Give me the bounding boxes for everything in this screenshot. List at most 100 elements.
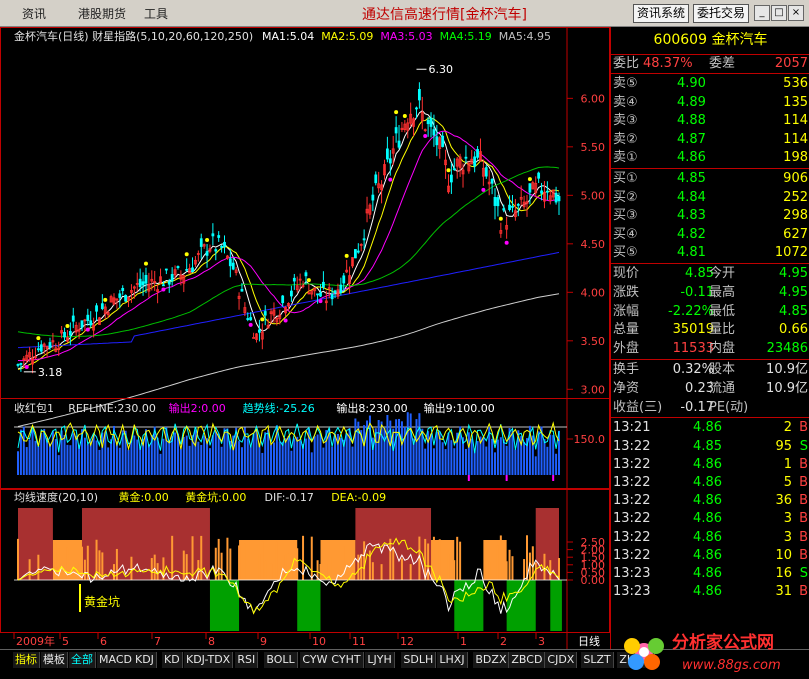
candle-body <box>426 119 430 125</box>
candle-body <box>191 267 194 273</box>
menu-hk-futures[interactable]: 港股期货 <box>78 5 126 22</box>
sell-price: 4.88 <box>677 113 706 129</box>
candle-body <box>214 249 218 252</box>
stat-label: 总量 <box>613 322 640 338</box>
buy-price: 4.84 <box>677 189 706 205</box>
tab-kdj-tdx[interactable]: KDJ-TDX <box>184 652 234 668</box>
minimize-button[interactable]: _ <box>754 5 770 21</box>
stat-value: 35019 <box>672 322 714 338</box>
watermark-url: www.88gs.com <box>682 658 781 673</box>
tab-boll[interactable]: BOLL <box>264 652 298 668</box>
tick-time: 13:22 <box>613 529 651 545</box>
tick-side: S <box>799 438 808 454</box>
candle-body <box>417 89 421 101</box>
stat-label: 现价 <box>613 266 640 281</box>
stat-label: 涨幅 <box>613 303 640 319</box>
menu-news[interactable]: 资讯 <box>22 5 46 22</box>
candle-body <box>490 179 494 184</box>
sell-row: 卖② 4.87 114 <box>611 131 809 149</box>
tick-row: 13:22 4.86 10 B <box>611 547 809 565</box>
tab-lhxj[interactable]: LHXJ <box>437 652 468 668</box>
candle-body <box>290 290 293 297</box>
tick-row: 13:22 4.86 5 B <box>611 474 809 492</box>
signal-bottom-dot <box>283 318 288 323</box>
candle-body <box>228 258 232 267</box>
stat-row: 总量 35019 量比 0.66 <box>611 321 809 339</box>
tick-row: 13:22 4.86 36 B <box>611 492 809 510</box>
candle-body <box>118 293 122 298</box>
close-button[interactable]: × <box>788 5 804 21</box>
tick-volume: 95 <box>775 438 792 454</box>
tab-cyw[interactable]: CYW <box>300 652 331 668</box>
news-system-button[interactable]: 资讯系统 <box>633 4 690 23</box>
candle-body <box>371 194 375 201</box>
price-tick-label: 5.50 <box>581 141 606 154</box>
ind2-label: 均线速度(20,10) <box>14 490 98 504</box>
candle-body <box>281 295 285 304</box>
candle-body <box>19 363 23 365</box>
tab-模板[interactable]: 模板 <box>41 652 68 668</box>
candle-body <box>162 284 165 287</box>
buy-price: 4.85 <box>677 171 706 186</box>
tab-rsi[interactable]: RSI <box>235 652 259 668</box>
price-tick-label: 4.00 <box>581 286 606 299</box>
tab-macd[interactable]: MACD <box>97 652 135 668</box>
tick-row: 13:22 4.86 1 B <box>611 456 809 474</box>
signal-top-dot <box>446 168 451 173</box>
tab-slzt[interactable]: SLZT <box>581 652 614 668</box>
indicator-panel-1[interactable]: 收红包1 REFLINE:230.00 输出2:0.00 趋势线:-25.26 输出8:… <box>0 398 610 489</box>
stat-value: 4.95 <box>779 284 808 300</box>
tab-zbcd[interactable]: ZBCD <box>509 652 546 668</box>
candle-body <box>415 107 418 110</box>
tick-volume: 2 <box>783 420 792 436</box>
candle-body <box>516 203 520 206</box>
time-label: 3 <box>538 635 545 648</box>
tick-row: 13:22 4.85 95 S <box>611 438 809 456</box>
sell-volume: 114 <box>783 113 808 129</box>
tick-side: B <box>799 456 808 472</box>
main-chart-header: 金杯汽车(日线) 财星指路(5,10,20,60,120,250) <box>14 29 253 43</box>
menu-tools[interactable]: 工具 <box>144 5 168 22</box>
candle-body <box>86 314 90 321</box>
tab-全部[interactable]: 全部 <box>69 652 96 668</box>
stat-label: 外盘 <box>613 341 640 357</box>
sell-label: 卖① <box>613 150 638 166</box>
candle-body <box>330 293 334 300</box>
separator-line <box>611 263 809 264</box>
signal-bottom-dot <box>423 134 428 139</box>
tab-cyht[interactable]: CYHT <box>329 652 364 668</box>
tab-kd[interactable]: KD <box>162 652 183 668</box>
tab-sdlh[interactable]: SDLH <box>401 652 437 668</box>
indicator-panel-2[interactable]: 均线速度(20,10) 黄金:0.00 黄金坑:0.00 DIF:-0.17 DEA:-… <box>0 489 610 633</box>
ma-label: MA3:5.03 <box>380 30 432 43</box>
quote-panel: 600609 金杯汽车 委比 48.37% 委差 2057 卖⑤ 4.90 536 卖④ 4.8… <box>610 27 809 649</box>
buy-label: 买② <box>613 189 638 205</box>
candle-body <box>211 233 215 237</box>
signal-top-dot <box>184 252 189 257</box>
ind2-label: 黄金:0.00 <box>119 490 169 504</box>
maximize-button[interactable]: □ <box>771 5 787 21</box>
candle-body <box>429 117 433 127</box>
tick-side: S <box>799 566 808 581</box>
tick-side: B <box>799 420 808 436</box>
trade-entrust-button[interactable]: 委托交易 <box>693 4 750 23</box>
candle-body <box>333 290 337 294</box>
buy-label: 买⑤ <box>613 245 638 261</box>
buy-row: 买⑤ 4.81 1072 <box>611 244 809 262</box>
tab-指标[interactable]: 指标 <box>13 652 40 668</box>
sell-price: 4.87 <box>677 131 706 147</box>
stat-label: 涨跌 <box>613 284 640 300</box>
tab-kdj[interactable]: KDJ <box>133 652 157 668</box>
tick-volume: 16 <box>775 566 792 581</box>
candle-body <box>36 348 40 351</box>
signal-bottom-dot <box>388 177 393 182</box>
tab-cjdx[interactable]: CJDX <box>545 652 578 668</box>
chart-area[interactable]: 金杯汽车(日线) 财星指路(5,10,20,60,120,250) MA1:5.0… <box>0 27 610 649</box>
tab-ljyh[interactable]: LJYH <box>365 652 395 668</box>
signal-top-dot <box>402 114 407 119</box>
tick-volume: 36 <box>775 493 792 509</box>
tab-bdzx[interactable]: BDZX <box>473 652 510 668</box>
signal-top-dot <box>498 216 503 221</box>
stat2-value: 10.9亿 <box>766 362 808 377</box>
stat-label: 量比 <box>709 322 736 338</box>
